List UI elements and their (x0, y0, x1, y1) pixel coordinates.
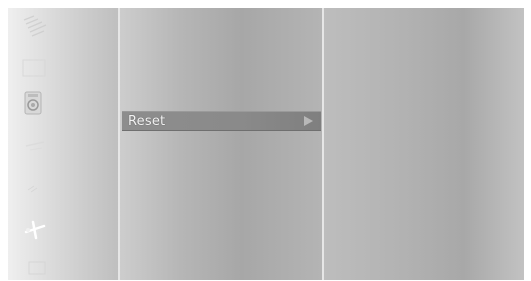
icon-sidebar (8, 8, 118, 280)
picture-icon[interactable] (20, 52, 50, 82)
submenu-panel (120, 8, 322, 280)
setup-icon[interactable] (20, 174, 50, 204)
menu-item-reset[interactable]: Reset (122, 111, 321, 131)
detail-panel (324, 8, 524, 280)
menu-item-label: Reset (128, 113, 166, 129)
installation-icon[interactable] (20, 212, 50, 242)
satellite-icon[interactable] (20, 14, 50, 44)
channel-icon[interactable] (20, 130, 50, 160)
sound-icon[interactable] (20, 88, 50, 118)
tv-osd-menu: Reset (8, 8, 524, 280)
system-icon[interactable] (20, 254, 50, 280)
chevron-right-icon (304, 116, 313, 126)
